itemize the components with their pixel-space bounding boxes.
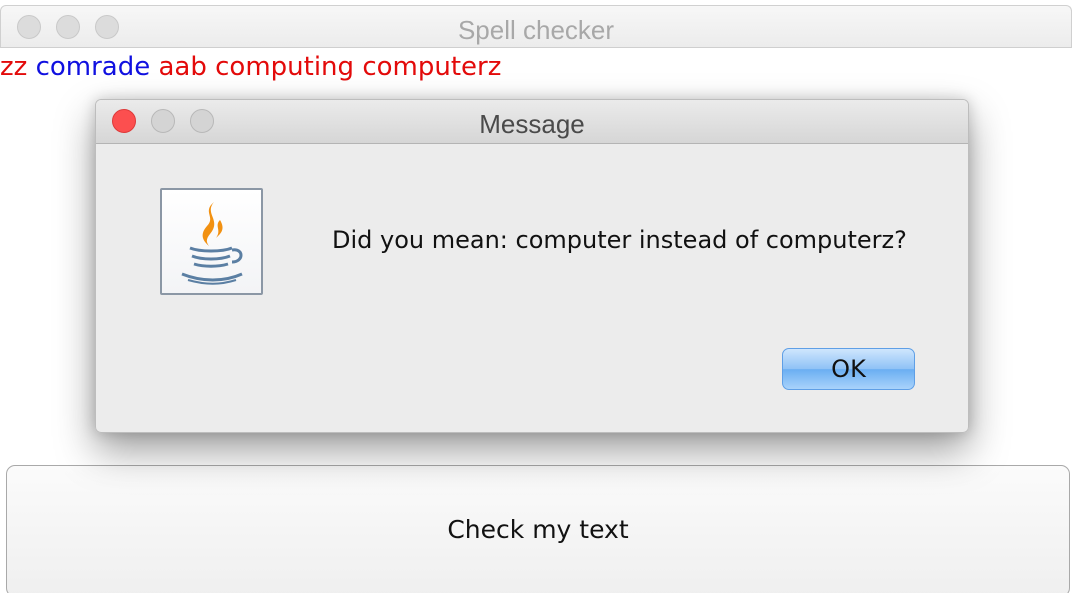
java-coffee-cup-icon xyxy=(160,188,263,295)
check-my-text-label: Check my text xyxy=(447,514,629,544)
dialog-message: Did you mean: computer instead of comput… xyxy=(332,226,907,254)
text-word-comrade: comrade xyxy=(35,52,151,82)
checked-text: zz comrade aab computing computerz xyxy=(0,52,501,82)
text-word-aab: aab xyxy=(158,52,207,82)
main-titlebar: Spell checker xyxy=(0,5,1072,48)
window-title: Spell checker xyxy=(457,15,615,45)
check-my-text-button[interactable]: Check my text xyxy=(6,465,1070,593)
dialog-titlebar: Message xyxy=(96,100,968,144)
text-word-zz: zz xyxy=(0,52,28,82)
text-word-computing: computing xyxy=(215,52,355,82)
text-word-computerz: computerz xyxy=(362,52,502,82)
ok-button[interactable]: OK xyxy=(782,348,915,390)
dialog-title: Message xyxy=(479,109,585,139)
message-dialog: Message Did you mean: computer instead o… xyxy=(95,99,969,433)
